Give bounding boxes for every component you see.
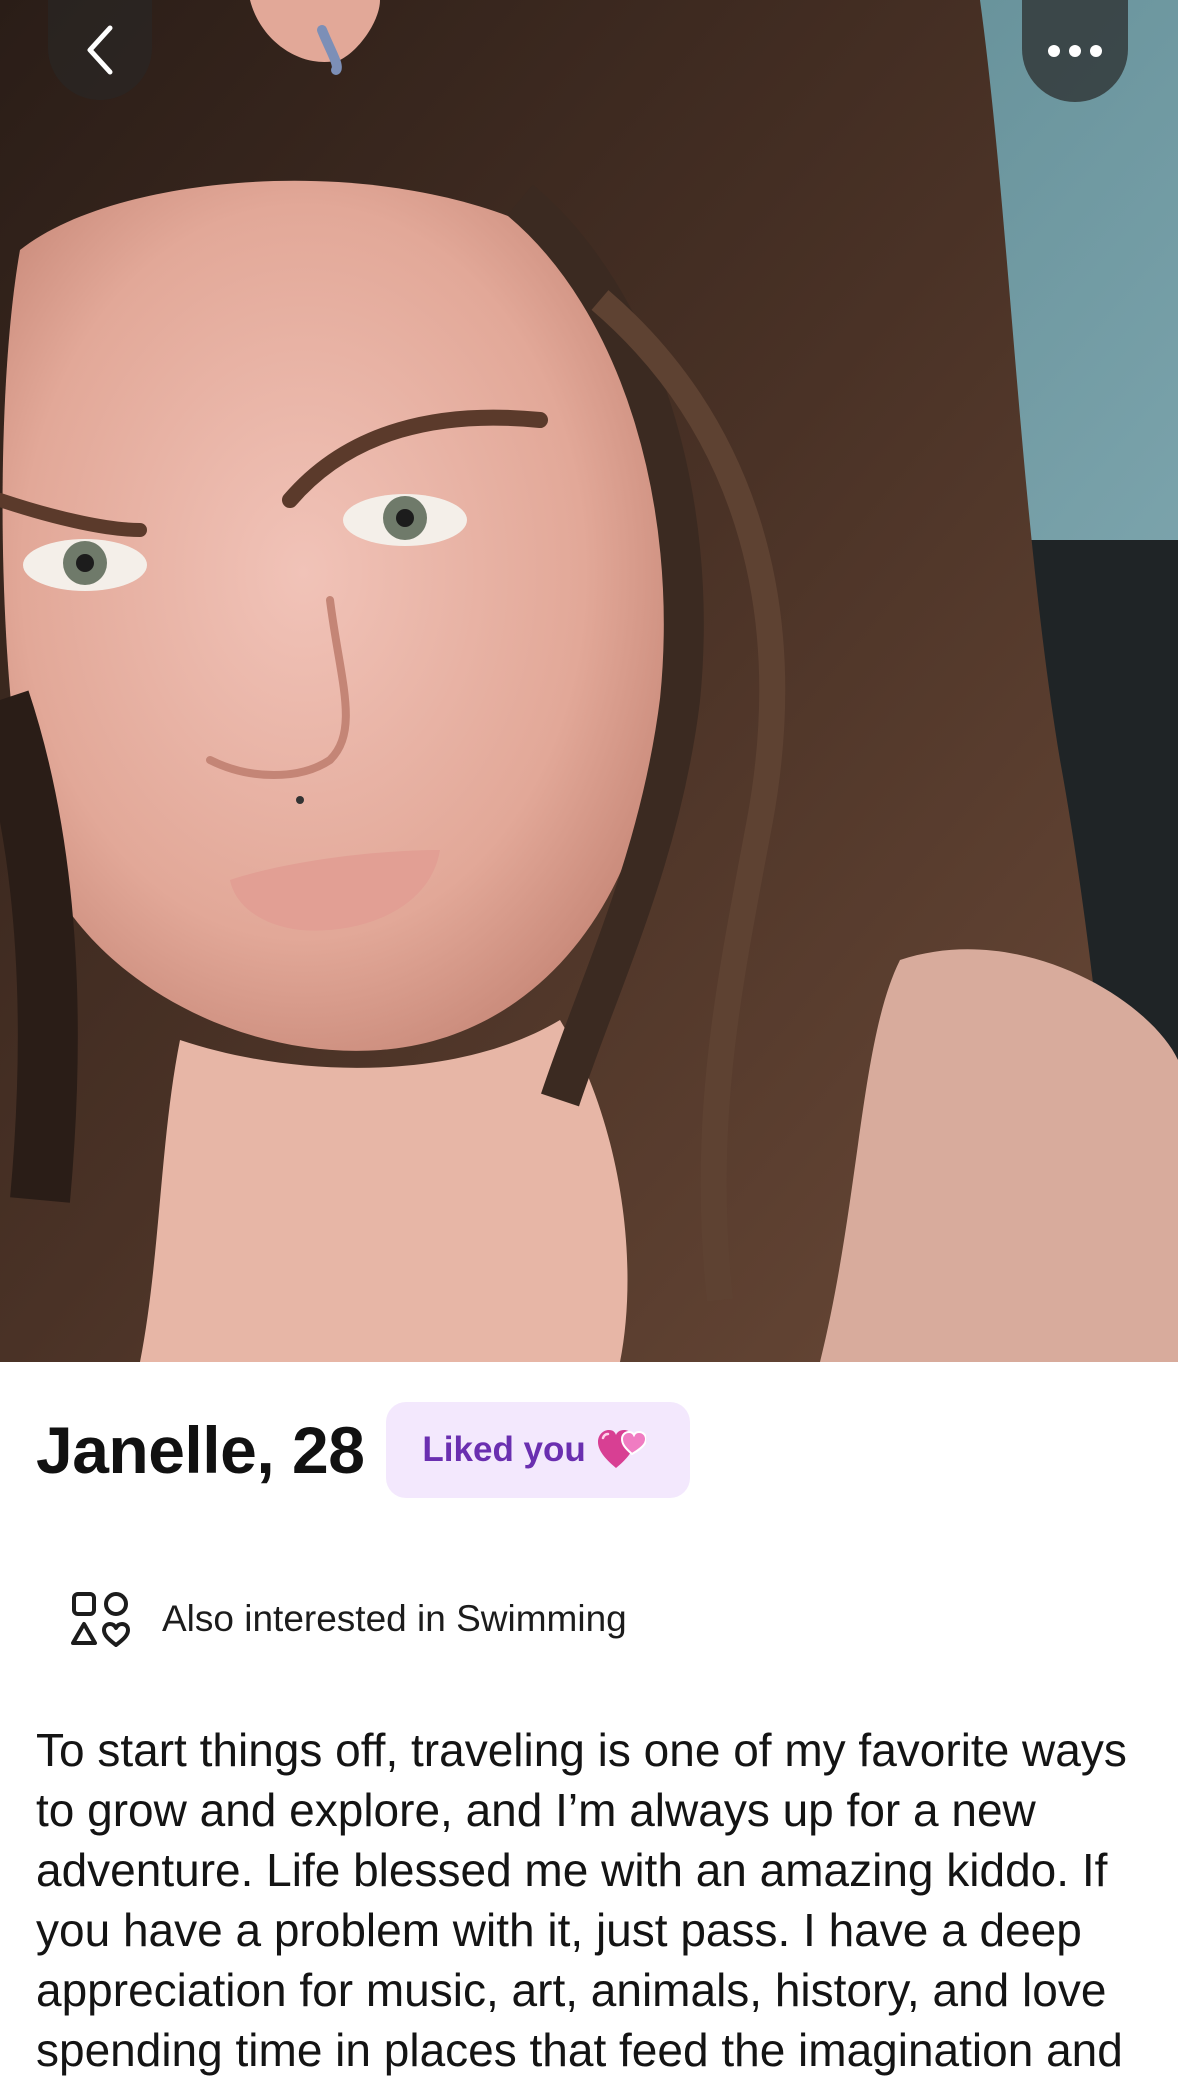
profile-photo-illustration <box>0 0 1178 1362</box>
liked-you-badge: Liked you <box>386 1402 690 1498</box>
profile-bio: To start things off, traveling is one of… <box>36 1724 1127 2076</box>
profile-name-age: Janelle, 28 <box>36 1413 365 1487</box>
interest-row: Also interested in Swimming <box>70 1588 627 1650</box>
more-options-button[interactable] <box>1022 0 1128 102</box>
more-horizontal-icon <box>1048 45 1102 57</box>
profile-photo[interactable] <box>0 0 1178 1362</box>
back-button[interactable] <box>48 0 152 100</box>
liked-you-label: Liked you <box>422 1430 586 1469</box>
interest-text: Also interested in Swimming <box>162 1598 627 1639</box>
name-row: Janelle, 28 Liked you <box>36 1402 690 1498</box>
shapes-icon <box>71 1592 130 1647</box>
profile-screen: Janelle, 28 Liked you Also interested in… <box>0 0 1178 2096</box>
chevron-left-icon <box>87 25 113 75</box>
two-hearts-icon <box>597 1428 646 1472</box>
